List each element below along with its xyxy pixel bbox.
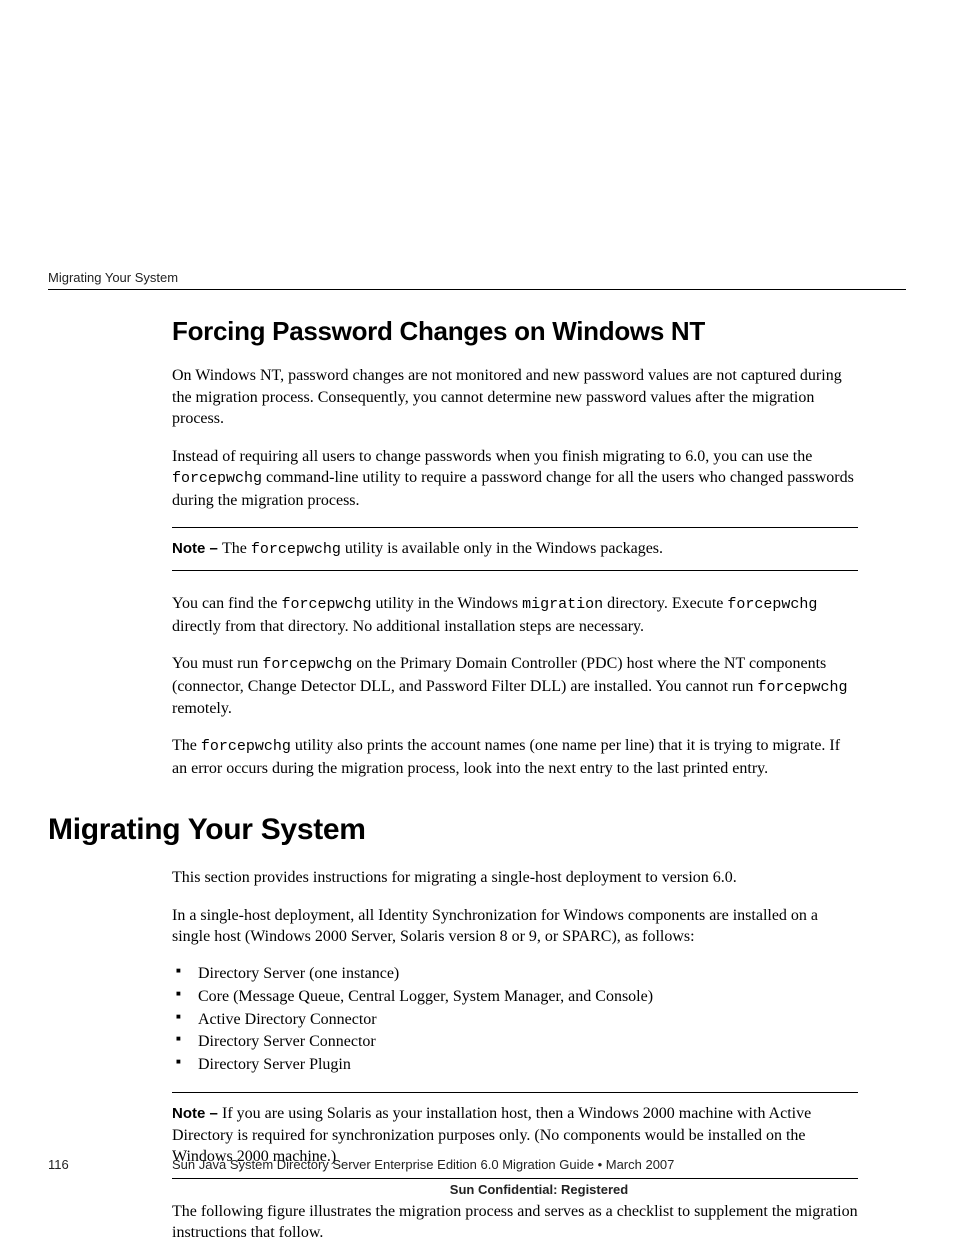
- paragraph: In a single-host deployment, all Identit…: [172, 905, 858, 948]
- paragraph: Instead of requiring all users to change…: [172, 446, 858, 511]
- section-title: Forcing Password Changes on Windows NT: [172, 316, 858, 347]
- code-inline: forcepwchg: [172, 470, 262, 487]
- paragraph: The following figure illustrates the mig…: [172, 1201, 858, 1244]
- list-item: Active Directory Connector: [172, 1010, 858, 1031]
- paragraph: This section provides instructions for m…: [172, 867, 858, 889]
- note-label: Note –: [172, 540, 222, 557]
- major-section-title: Migrating Your System: [48, 813, 858, 847]
- page-footer: 116 Sun Java System Directory Server Ent…: [48, 1157, 906, 1197]
- text: The: [172, 737, 201, 754]
- code-inline: forcepwchg: [251, 541, 341, 558]
- list-item: Directory Server Plugin: [172, 1055, 858, 1076]
- text: directly from that directory. No additio…: [172, 618, 644, 635]
- section-migrating-your-system: Migrating Your System: [48, 813, 906, 847]
- header-rule: [48, 289, 906, 290]
- paragraph: On Windows NT, password changes are not …: [172, 365, 858, 430]
- note-label: Note –: [172, 1105, 222, 1122]
- text: remotely.: [172, 700, 232, 717]
- confidential-label: Sun Confidential: Registered: [48, 1182, 906, 1197]
- note-text: Note – The forcepwchg utility is availab…: [172, 538, 858, 560]
- code-inline: migration: [522, 596, 603, 613]
- text: Instead of requiring all users to change…: [172, 448, 812, 465]
- paragraph: The forcepwchg utility also prints the a…: [172, 735, 858, 779]
- list-item: Directory Server (one instance): [172, 964, 858, 985]
- footer-doc-title: Sun Java System Directory Server Enterpr…: [172, 1157, 906, 1172]
- paragraph: You can find the forcepwchg utility in t…: [172, 593, 858, 637]
- code-inline: forcepwchg: [727, 596, 817, 613]
- section-forcing-password-changes: Forcing Password Changes on Windows NT O…: [48, 316, 906, 779]
- page-number: 116: [48, 1157, 172, 1172]
- note-box: Note – The forcepwchg utility is availab…: [172, 527, 858, 571]
- text: utility is available only in the Windows…: [341, 540, 663, 557]
- code-inline: forcepwchg: [201, 738, 291, 755]
- code-inline: forcepwchg: [757, 679, 847, 696]
- list-item: Core (Message Queue, Central Logger, Sys…: [172, 987, 858, 1008]
- text: The: [222, 540, 251, 557]
- text: utility in the Windows: [372, 595, 523, 612]
- running-header: Migrating Your System: [48, 270, 906, 285]
- paragraph: You must run forcepwchg on the Primary D…: [172, 653, 858, 719]
- list-item: Directory Server Connector: [172, 1032, 858, 1053]
- code-inline: forcepwchg: [281, 596, 371, 613]
- text: command-line utility to require a passwo…: [172, 469, 854, 508]
- component-list: Directory Server (one instance) Core (Me…: [172, 964, 858, 1076]
- text: You can find the: [172, 595, 281, 612]
- text: directory. Execute: [603, 595, 727, 612]
- code-inline: forcepwchg: [262, 656, 352, 673]
- page: Migrating Your System Forcing Password C…: [0, 0, 954, 1235]
- text: You must run: [172, 655, 262, 672]
